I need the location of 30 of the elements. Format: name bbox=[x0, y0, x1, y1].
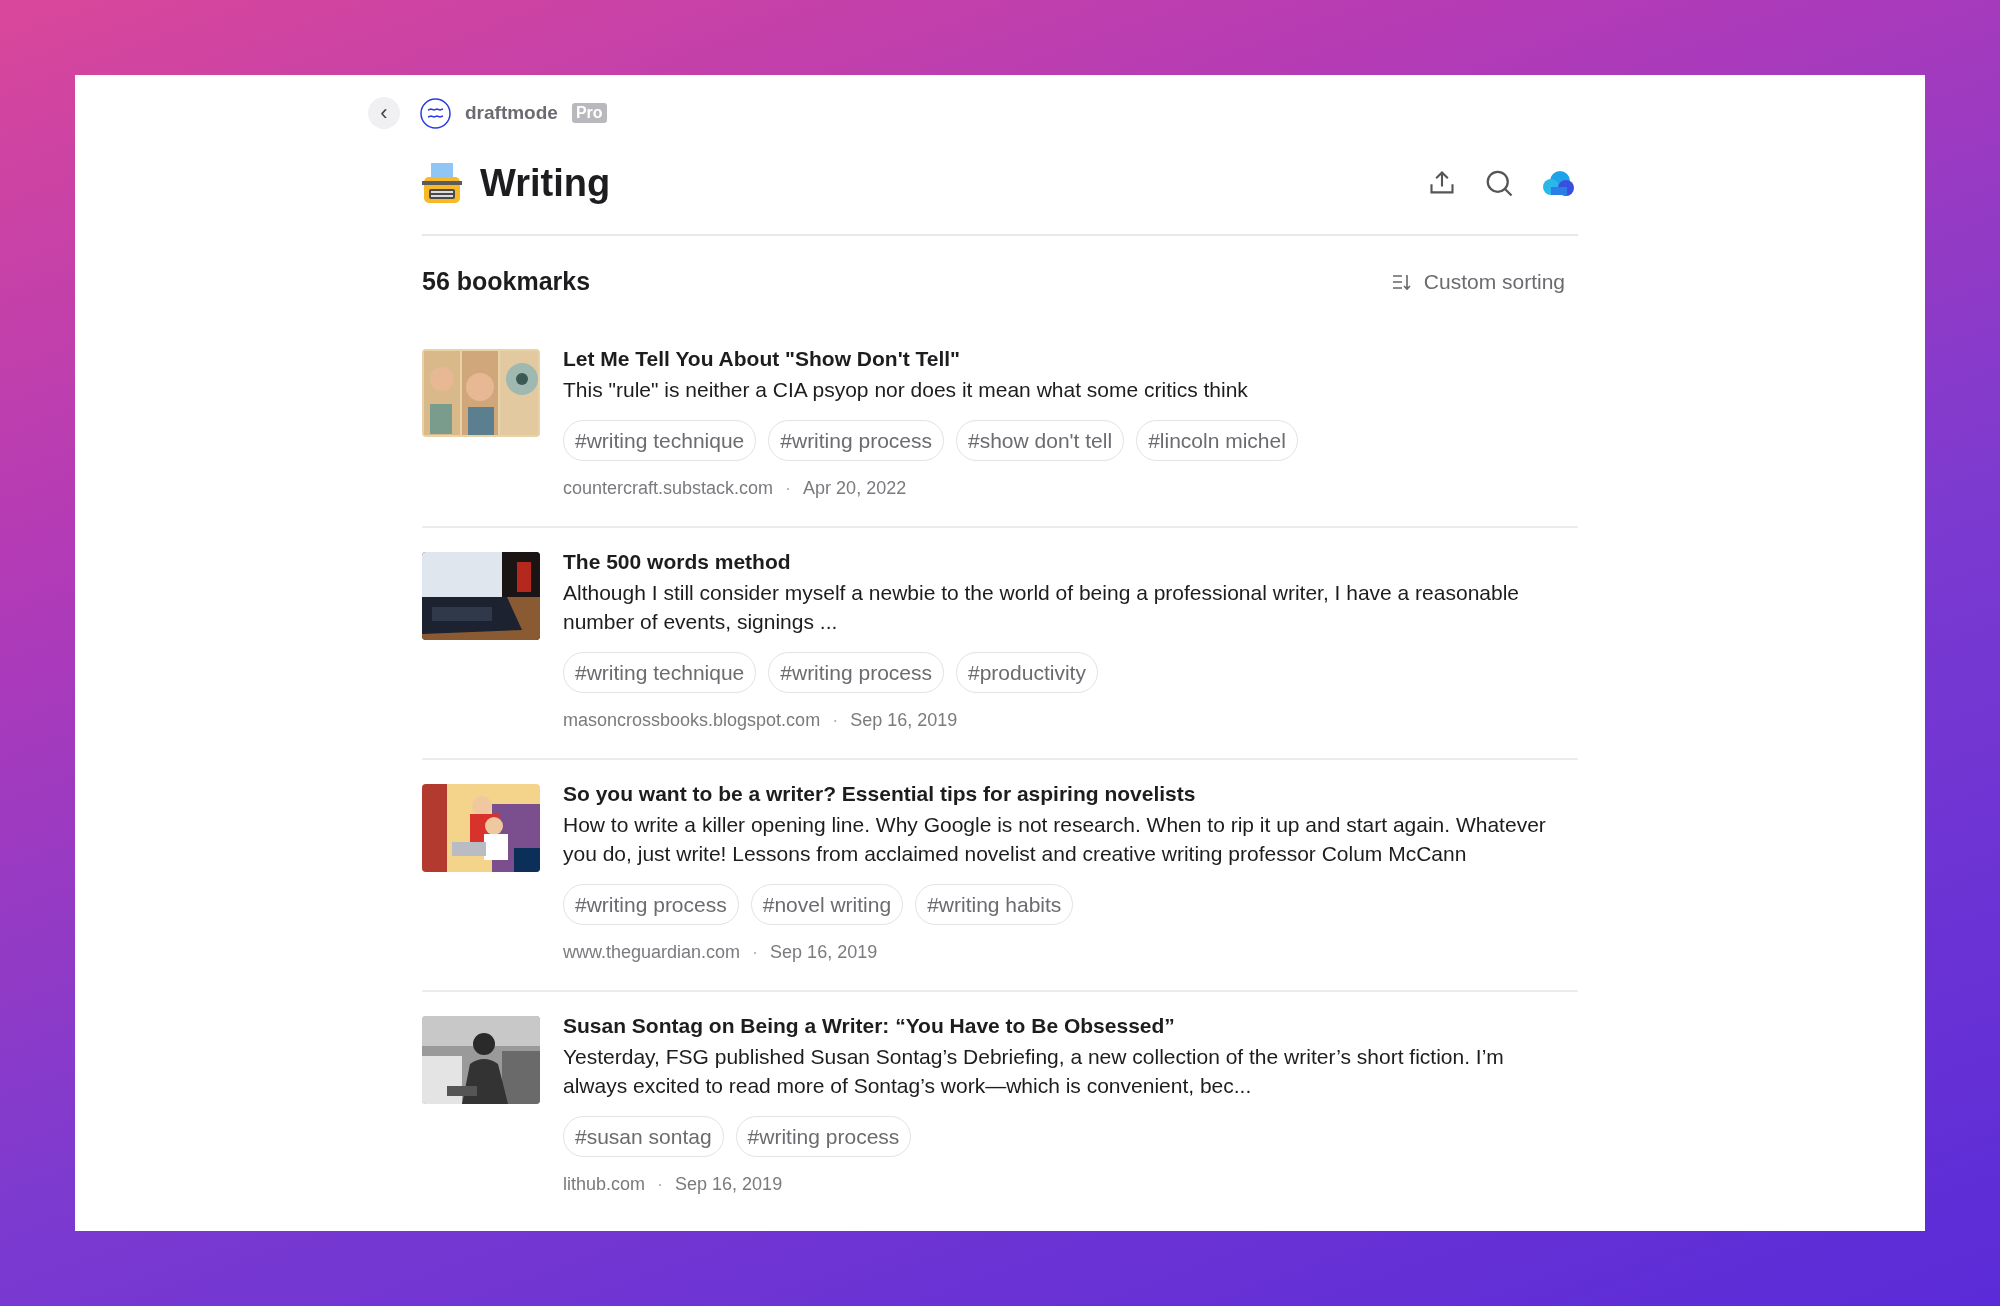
back-button[interactable]: ‹ bbox=[368, 97, 400, 129]
bookmark-title[interactable]: Let Me Tell You About "Show Don't Tell" bbox=[563, 344, 1578, 373]
cloud-icon[interactable] bbox=[1542, 169, 1574, 197]
site-domain[interactable]: www.theguardian.com bbox=[563, 939, 741, 966]
site-domain[interactable]: masoncrossbooks.blogspot.com bbox=[563, 707, 821, 734]
bookmark-date: Sep 16, 2019 bbox=[770, 941, 878, 964]
bookmark-date: Sep 16, 2019 bbox=[675, 1173, 783, 1196]
separator-dot: · bbox=[657, 1173, 664, 1196]
bookmark-title[interactable]: The 500 words method bbox=[563, 548, 1578, 576]
search-icon[interactable] bbox=[1484, 168, 1514, 198]
bookmark-description: How to write a killer opening line. Why Google is not research. When to rip it up and start again. Whatever you do, just write! Lessons from acclaimed novelist and creative writing professor Colum McCann bbox=[563, 812, 1547, 867]
site-domain[interactable]: countercraft.substack.com bbox=[563, 475, 774, 502]
bookmark-title[interactable]: So you want to be a writer? Essential tips for aspiring novelists bbox=[563, 780, 1578, 808]
separator-dot: · bbox=[832, 709, 839, 732]
bookmark-date: Sep 16, 2019 bbox=[850, 709, 958, 732]
logo-icon bbox=[420, 97, 451, 129]
sorting-button[interactable]: Custom sorting bbox=[1391, 266, 1565, 298]
bookmark-date: Apr 20, 2022 bbox=[803, 477, 907, 500]
separator-dot: · bbox=[785, 477, 792, 500]
separator-dot: · bbox=[752, 941, 759, 964]
site-domain[interactable]: lithub.com bbox=[563, 1171, 646, 1198]
typewriter-icon bbox=[422, 161, 462, 205]
bookmark-title[interactable]: Susan Sontag on Being a Writer: “You Have to Be Obsessed” bbox=[563, 1012, 1578, 1040]
app-name: draftmode bbox=[465, 100, 558, 125]
collection-title: Writing bbox=[480, 160, 611, 206]
bookmark-description: This "rule" is neither a CIA psyop nor does it mean what some critics think bbox=[563, 376, 1249, 403]
bookmark-description: Although I still consider myself a newbie to the world of being a professional writer, I have a reasonable number of events, signings ... bbox=[563, 580, 1521, 635]
bookmark-count: 56 bookmarks bbox=[422, 266, 591, 297]
bookmark-description: Yesterday, FSG published Susan Sontag’s Debriefing, a new collection of the writer’s short fiction. I’m always excited to read more of Sontag’s work—which is convenient, bec... bbox=[563, 1044, 1505, 1099]
plan-badge: Pro bbox=[571, 103, 607, 123]
